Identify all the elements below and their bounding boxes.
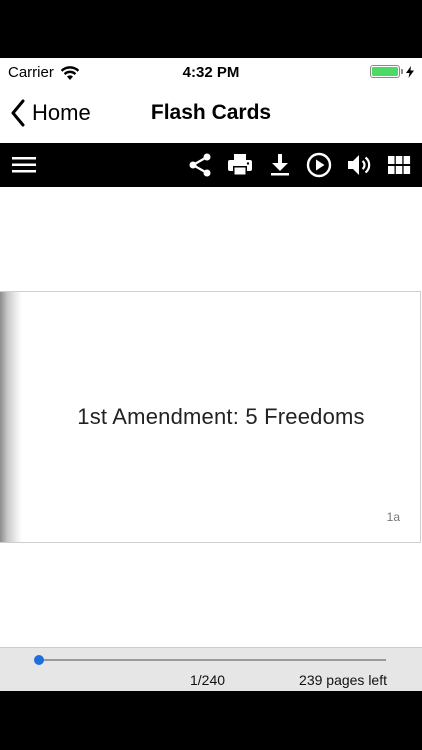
navigation-bar: Home Flash Cards: [0, 86, 422, 143]
menu-icon: [12, 157, 36, 173]
app-screen: Carrier 4:32 PM Home Flash Cards 1st Ame…: [0, 58, 422, 691]
toolbar: [0, 143, 422, 187]
page-slider-track[interactable]: [39, 659, 386, 661]
download-button[interactable]: [266, 151, 294, 179]
share-button[interactable]: [186, 151, 214, 179]
battery-icon: [370, 65, 400, 78]
download-icon: [271, 154, 289, 176]
card-page-shadow: [0, 292, 22, 542]
card-term: 1st Amendment: 5 Freedoms: [77, 404, 365, 429]
share-icon: [189, 153, 211, 177]
page-navigation-bar: 1/240 239 pages left: [0, 647, 422, 691]
status-time: 4:32 PM: [182, 64, 240, 81]
battery-indicator: [370, 65, 414, 78]
play-button[interactable]: [305, 151, 333, 179]
print-icon: [228, 154, 252, 176]
battery-level: [372, 67, 398, 76]
status-bar: Carrier 4:32 PM: [0, 58, 422, 86]
charging-bolt-icon: [406, 65, 414, 78]
page-title: Flash Cards: [150, 101, 272, 124]
page-slider-thumb[interactable]: [34, 655, 44, 665]
menu-button[interactable]: [10, 151, 38, 179]
flash-card[interactable]: 1st Amendment: 5 Freedoms 1a: [0, 291, 421, 543]
grid-view-button[interactable]: [385, 151, 413, 179]
page-counter: 1/240: [190, 672, 226, 688]
play-icon: [306, 152, 332, 178]
battery-nub: [401, 69, 403, 74]
card-page-label: 1a: [386, 510, 400, 524]
volume-icon: [348, 155, 371, 175]
grid-icon: [388, 156, 411, 174]
pages-left-label: 239 pages left: [299, 672, 387, 688]
print-button[interactable]: [226, 151, 254, 179]
volume-button[interactable]: [345, 151, 373, 179]
